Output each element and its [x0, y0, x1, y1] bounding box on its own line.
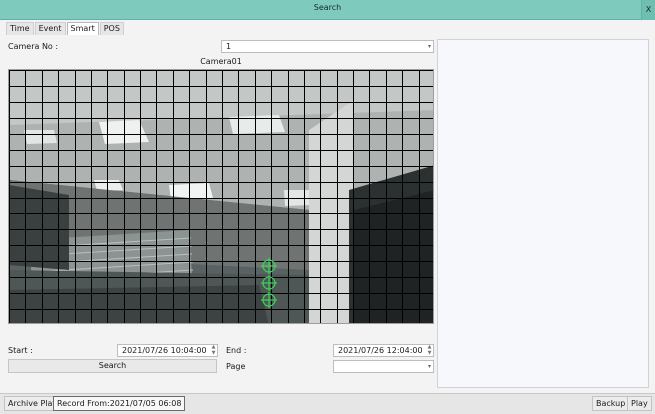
window-title: Search: [313, 3, 342, 12]
record-from-text: Record From:2021/07/05 06:08: [53, 396, 186, 411]
title-bar: Search X: [0, 0, 655, 20]
status-bar: Archive Play Record From:2021/07/05 06:0…: [0, 394, 655, 414]
close-icon[interactable]: X: [641, 0, 655, 20]
spinner-icon[interactable]: ▲ ▼: [211, 344, 216, 356]
motion-marker-icon: [261, 275, 277, 291]
end-label: End :: [226, 346, 247, 355]
play-button[interactable]: Play: [627, 396, 652, 411]
camera-no-select[interactable]: 1 ▾: [221, 40, 434, 53]
page-label: Page: [226, 362, 246, 371]
chevron-down-icon: ▾: [427, 363, 431, 370]
camera-view[interactable]: [8, 69, 434, 324]
camera-name: Camera01: [200, 57, 242, 66]
motion-markers: [261, 258, 277, 308]
backup-button[interactable]: Backup: [592, 396, 630, 411]
result-panel[interactable]: [437, 39, 649, 388]
motion-marker-icon: [261, 258, 277, 274]
tab-event[interactable]: Event: [34, 22, 66, 35]
motion-marker-icon: [261, 292, 277, 308]
search-button[interactable]: Search: [8, 359, 217, 373]
camera-no-label: Camera No :: [8, 42, 59, 51]
start-label: Start :: [8, 346, 33, 355]
tab-pos[interactable]: POS: [99, 22, 124, 35]
start-datetime-input[interactable]: 2021/07/26 10:04:00 ▲ ▼: [117, 344, 218, 357]
end-datetime-value: 2021/07/26 12:04:00: [338, 346, 423, 355]
tab-bar: Time Event Smart POS: [6, 22, 125, 35]
page-select[interactable]: ▾: [333, 360, 434, 373]
camera-no-value: 1: [226, 42, 232, 51]
spinner-icon[interactable]: ▲ ▼: [427, 344, 432, 356]
end-datetime-input[interactable]: 2021/07/26 12:04:00 ▲ ▼: [333, 344, 434, 357]
chevron-down-icon: ▾: [427, 43, 431, 50]
tab-time[interactable]: Time: [6, 22, 34, 35]
tab-smart[interactable]: Smart: [66, 22, 99, 35]
start-datetime-value: 2021/07/26 10:04:00: [122, 346, 207, 355]
